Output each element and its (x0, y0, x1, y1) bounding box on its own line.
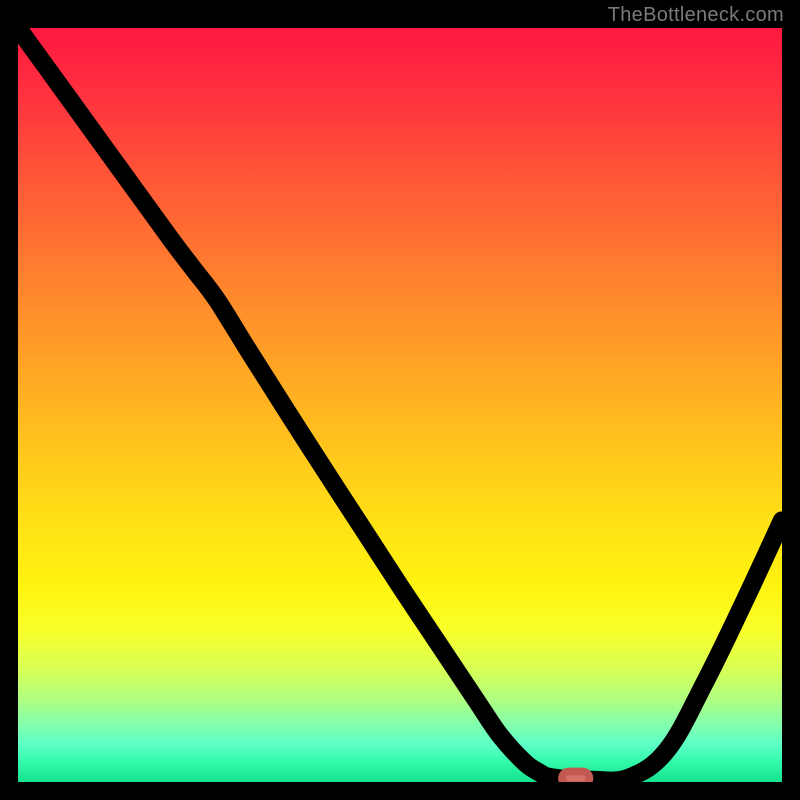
bottleneck-marker (562, 771, 590, 782)
plot-svg (18, 28, 782, 782)
plot-area (18, 28, 782, 782)
chart-stage: TheBottleneck.com (0, 0, 800, 800)
watermark-text: TheBottleneck.com (608, 4, 784, 27)
bottleneck-curve (18, 28, 782, 781)
